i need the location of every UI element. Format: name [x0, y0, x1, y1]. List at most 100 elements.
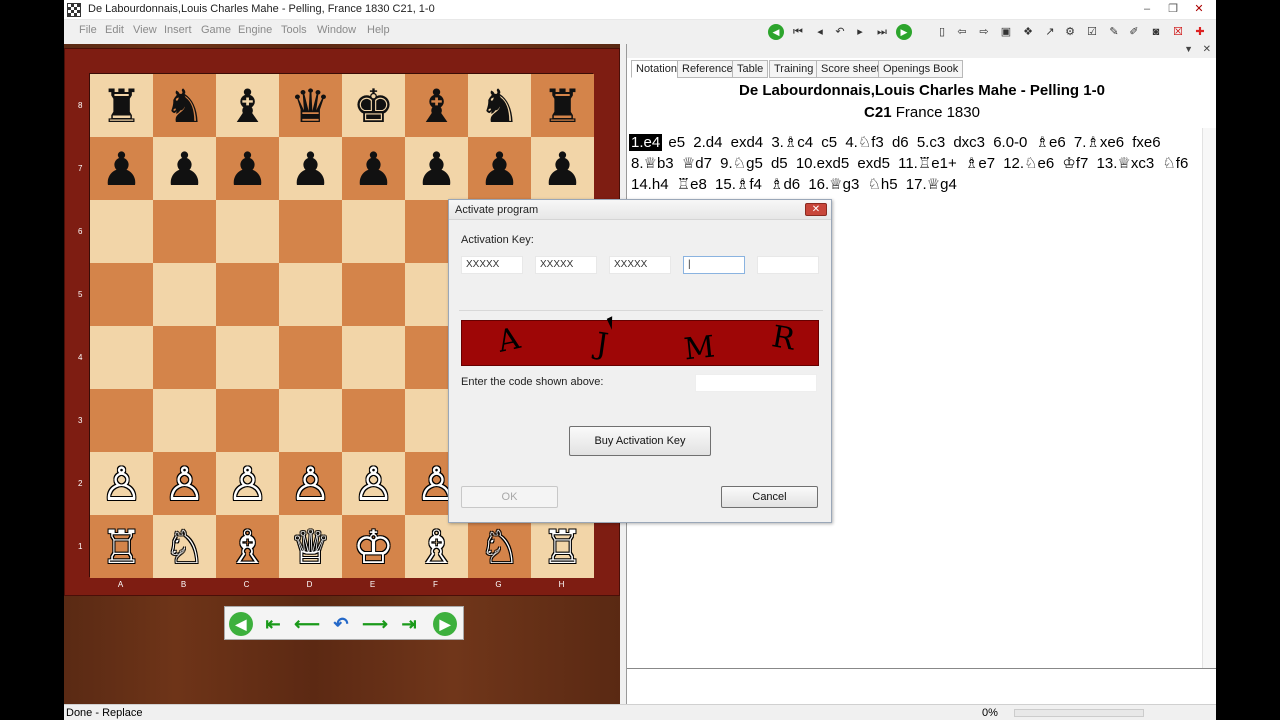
square-e1[interactable]: ♔: [342, 515, 405, 578]
move-token[interactable]: 2.d4: [691, 134, 724, 151]
chess-piece[interactable]: ♟: [542, 146, 583, 192]
chess-piece[interactable]: ♘: [164, 524, 205, 570]
square-g7[interactable]: ♟: [468, 137, 531, 200]
pen-icon[interactable]: ✎: [1106, 24, 1122, 40]
move-token[interactable]: d6: [890, 134, 911, 151]
chess-piece[interactable]: ♝: [227, 83, 268, 129]
chess-piece[interactable]: ♙: [164, 461, 205, 507]
square-f1[interactable]: ♗: [405, 515, 468, 578]
square-c7[interactable]: ♟: [216, 137, 279, 200]
move-token[interactable]: c5: [819, 134, 839, 151]
analysis-icon[interactable]: ↗: [1042, 24, 1058, 40]
camera-icon[interactable]: ◙: [1148, 24, 1164, 40]
next-move-icon[interactable]: ⟶: [361, 611, 389, 637]
move-token[interactable]: exd4: [729, 134, 766, 151]
key-field-1[interactable]: XXXXX: [461, 256, 523, 274]
move-token[interactable]: 5.c3: [915, 134, 947, 151]
menu-game[interactable]: Game: [201, 24, 231, 36]
delete-icon[interactable]: ☒: [1170, 24, 1186, 40]
chess-piece[interactable]: ♙: [227, 461, 268, 507]
move-token[interactable]: 12.♘e6: [1001, 155, 1056, 172]
square-h8[interactable]: ♜: [531, 74, 594, 137]
square-d4[interactable]: [279, 326, 342, 389]
move-token[interactable]: 16.♕g3: [806, 176, 861, 193]
square-b7[interactable]: ♟: [153, 137, 216, 200]
tab-training[interactable]: Training: [769, 60, 819, 78]
chess-piece[interactable]: ♗: [416, 524, 457, 570]
square-d6[interactable]: [279, 200, 342, 263]
tab-notation[interactable]: Notation: [631, 60, 682, 78]
move-token[interactable]: 6.0-0: [991, 134, 1029, 151]
pane-close-icon[interactable]: ✕: [1203, 44, 1211, 55]
key-field-3[interactable]: XXXXX: [609, 256, 671, 274]
chess-piece[interactable]: ♟: [416, 146, 457, 192]
square-a7[interactable]: ♟: [90, 137, 153, 200]
move-token[interactable]: ♘f6: [1160, 155, 1190, 172]
chess-piece[interactable]: ♔: [353, 524, 394, 570]
square-b3[interactable]: [153, 389, 216, 452]
undo-icon[interactable]: ↶: [832, 24, 848, 40]
chess-piece[interactable]: ♖: [542, 524, 583, 570]
square-d5[interactable]: [279, 263, 342, 326]
square-c5[interactable]: [216, 263, 279, 326]
properties-icon[interactable]: ☑: [1084, 24, 1100, 40]
square-a1[interactable]: ♖: [90, 515, 153, 578]
move-token[interactable]: ♗e6: [1034, 134, 1068, 151]
chess-piece[interactable]: ♟: [227, 146, 268, 192]
tab-openings-book[interactable]: Openings Book: [878, 60, 964, 78]
move-token[interactable]: ♗d6: [768, 176, 802, 193]
move-token[interactable]: e5: [666, 134, 687, 151]
move-token[interactable]: ♕d7: [680, 155, 714, 172]
chess-piece[interactable]: ♟: [479, 146, 520, 192]
chess-piece[interactable]: ♟: [164, 146, 205, 192]
square-e2[interactable]: ♙: [342, 452, 405, 515]
move-token[interactable]: ♔f7: [1060, 155, 1090, 172]
square-h1[interactable]: ♖: [531, 515, 594, 578]
tab-table[interactable]: Table: [732, 60, 769, 78]
menu-insert[interactable]: Insert: [164, 24, 192, 36]
square-h7[interactable]: ♟: [531, 137, 594, 200]
key-field-5[interactable]: [757, 256, 819, 274]
tab-reference[interactable]: Reference: [677, 60, 738, 78]
maximize-button[interactable]: ❐: [1162, 2, 1184, 17]
move-token[interactable]: 7.♗xe6: [1072, 134, 1126, 151]
square-c1[interactable]: ♗: [216, 515, 279, 578]
key-field-4[interactable]: |: [683, 256, 745, 274]
square-b4[interactable]: [153, 326, 216, 389]
move-token[interactable]: 4.♘f3: [843, 134, 885, 151]
square-b5[interactable]: [153, 263, 216, 326]
move-token[interactable]: ♖e8: [675, 176, 709, 193]
database-icon[interactable]: ❖: [1020, 24, 1036, 40]
chess-piece[interactable]: ♞: [479, 83, 520, 129]
arrow-right-icon[interactable]: ⇨: [976, 24, 992, 40]
dialog-close-icon[interactable]: ✕: [805, 203, 827, 216]
square-e7[interactable]: ♟: [342, 137, 405, 200]
square-a5[interactable]: [90, 263, 153, 326]
square-e4[interactable]: [342, 326, 405, 389]
move-token[interactable]: fxe6: [1130, 134, 1162, 151]
square-e8[interactable]: ♚: [342, 74, 405, 137]
move-token[interactable]: 17.♕g4: [904, 176, 959, 193]
chess-piece[interactable]: ♗: [227, 524, 268, 570]
menu-edit[interactable]: Edit: [105, 24, 124, 36]
move-token[interactable]: 14.h4: [629, 176, 671, 193]
chess-piece[interactable]: ♚: [353, 83, 394, 129]
add-icon[interactable]: ✚: [1192, 24, 1208, 40]
square-c3[interactable]: [216, 389, 279, 452]
move-token[interactable]: 8.♕b3: [629, 155, 676, 172]
back-circle-icon[interactable]: ◀: [768, 24, 784, 40]
close-button[interactable]: ✕: [1188, 2, 1210, 17]
square-d8[interactable]: ♛: [279, 74, 342, 137]
chess-piece[interactable]: ♜: [101, 83, 142, 129]
menu-help[interactable]: Help: [367, 24, 390, 36]
new-document-icon[interactable]: ▯: [934, 24, 950, 40]
square-a8[interactable]: ♜: [90, 74, 153, 137]
square-g8[interactable]: ♞: [468, 74, 531, 137]
move-token[interactable]: 13.♕xc3: [1095, 155, 1157, 172]
move-token[interactable]: d5: [769, 155, 790, 172]
first-move-icon[interactable]: ⏮: [790, 24, 806, 40]
ok-button[interactable]: OK: [461, 486, 558, 508]
chess-piece[interactable]: ♕: [290, 524, 331, 570]
last-move-icon[interactable]: ⏭: [874, 24, 890, 40]
chess-piece[interactable]: ♟: [101, 146, 142, 192]
